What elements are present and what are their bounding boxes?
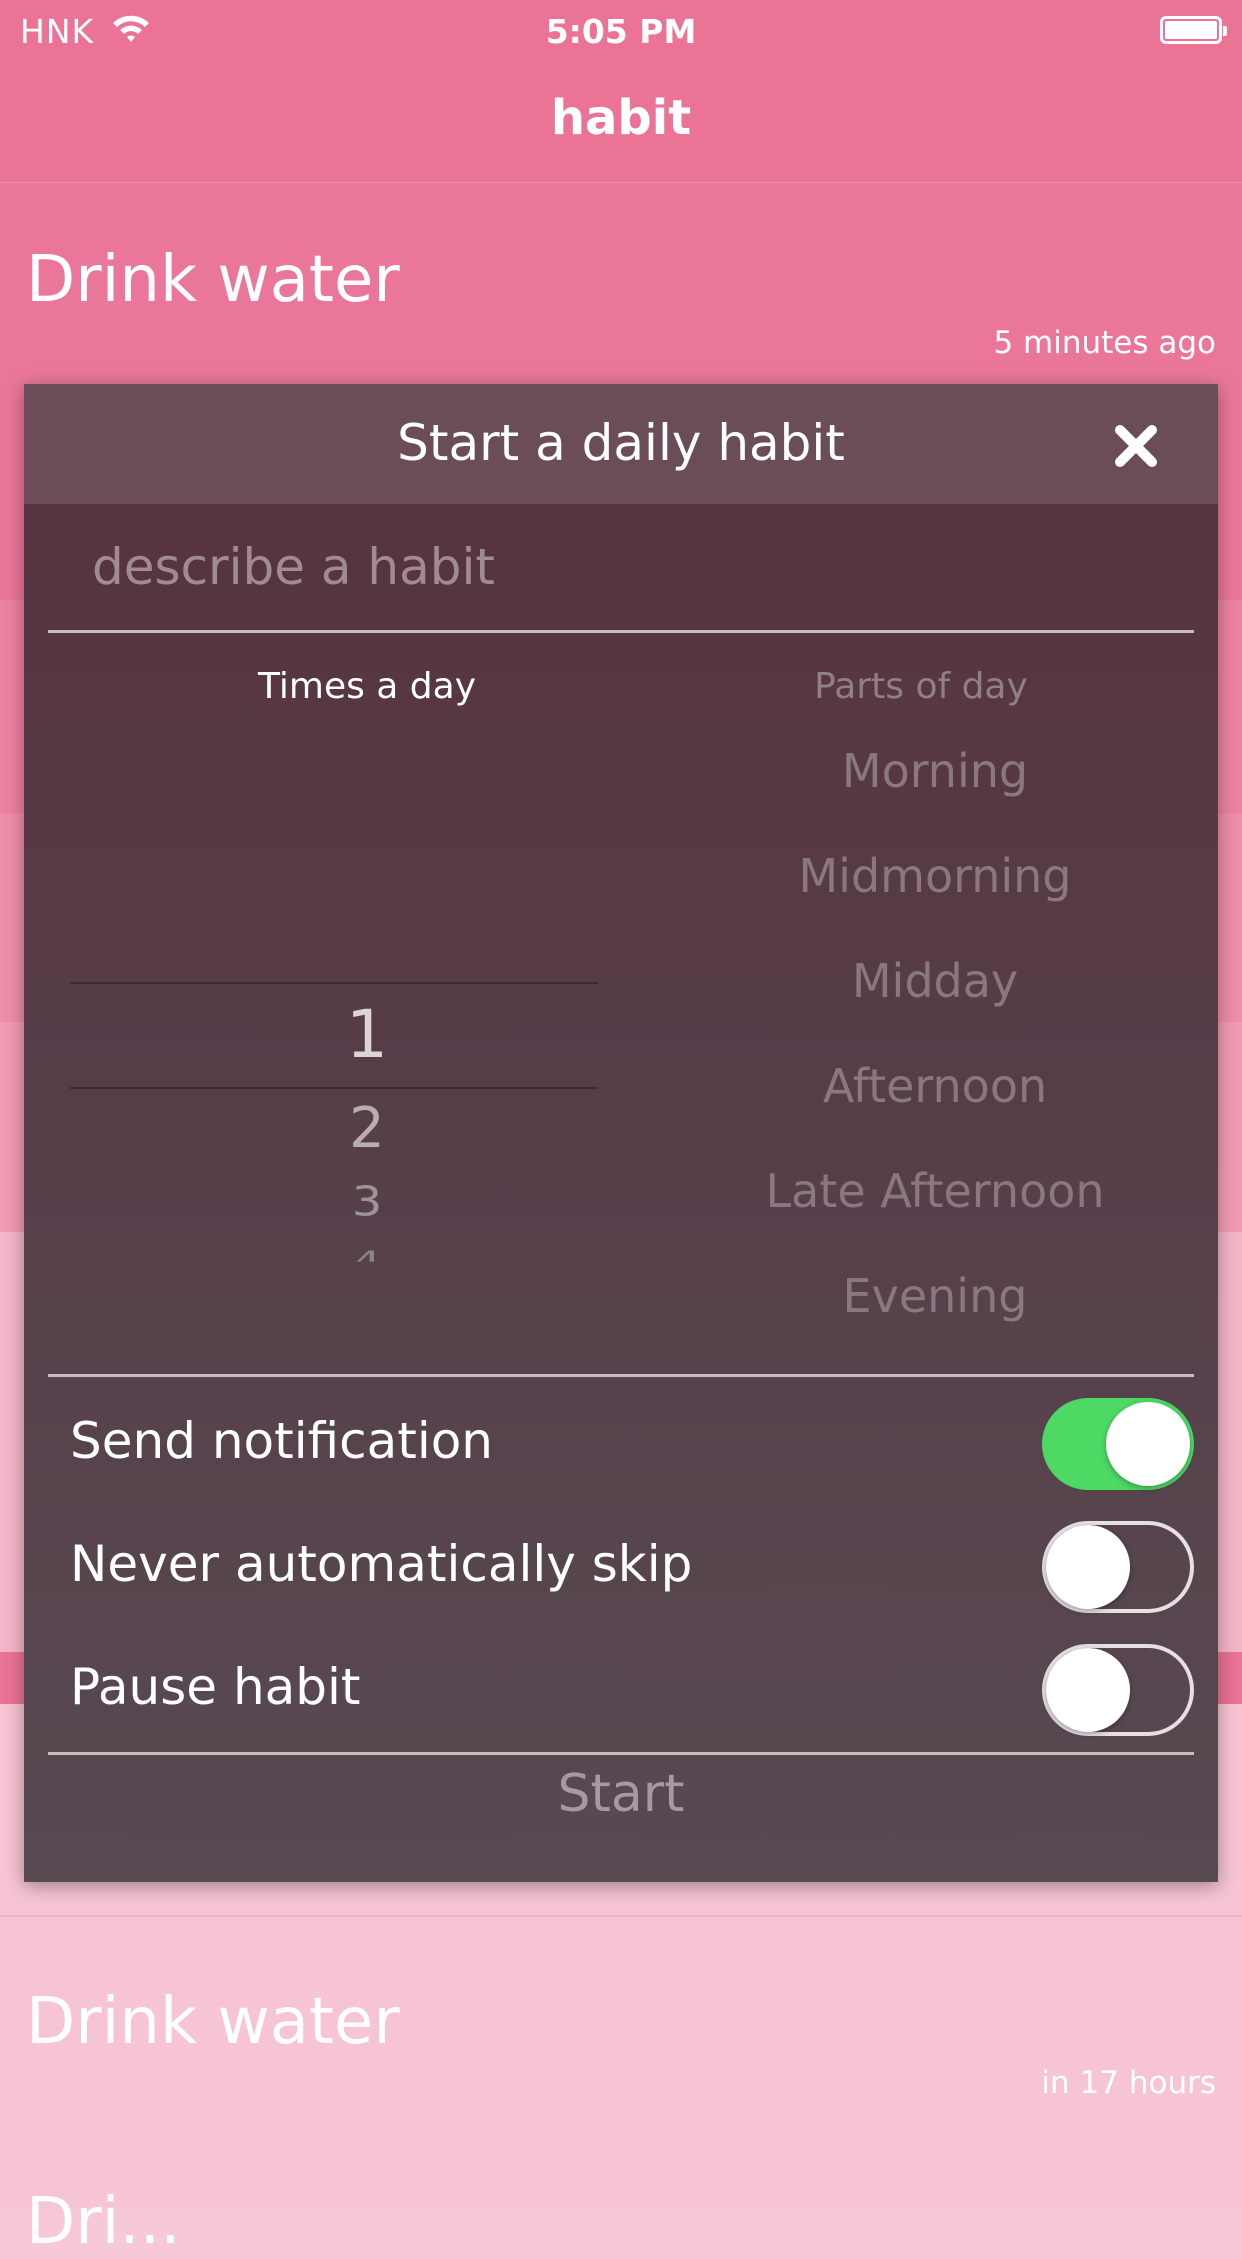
habit-description-input[interactable] [70,524,1170,610]
picker-option[interactable]: 3 [70,1178,664,1226]
habit-title: Dri... [26,2185,181,2259]
modal-header: Start a daily habit [24,384,1218,504]
times-a-day-label: Times a day [257,666,477,707]
habit-title: Drink water [26,1985,400,2059]
divider [48,1374,1194,1377]
part-of-day-option[interactable]: Late Afternoon [698,1164,1172,1218]
parts-of-day-label: Parts of day [814,666,1028,707]
part-of-day-option[interactable]: Morning [698,744,1172,798]
habit-time: 5 minutes ago [993,325,1216,361]
picker-selection-top [70,982,598,984]
picker-option[interactable]: 4 [70,1246,664,1262]
pause-habit-toggle[interactable] [1042,1644,1194,1736]
part-of-day-option[interactable]: Midmorning [698,849,1172,903]
option-label: Pause habit [70,1658,361,1716]
send-notification-toggle[interactable] [1042,1398,1194,1490]
toggle-knob [1046,1525,1130,1609]
habit-title: Drink water [26,243,400,317]
habit-row[interactable]: Drink water in 17 hours [0,1915,1242,2129]
option-label: Never automatically skip [70,1535,693,1593]
clock: 5:05 PM [545,12,697,51]
page-title: habit [550,90,692,146]
divider [48,1752,1194,1755]
habit-row[interactable]: Drink water 5 minutes ago [0,183,1242,388]
picker-selection-bottom [70,1087,598,1089]
habit-time: in 17 hours [1041,2065,1216,2101]
toggle-knob [1046,1648,1130,1732]
option-never-skip: Never automatically skip [70,1511,1194,1621]
nav-bar: habit [0,60,1242,183]
picker-option-selected[interactable]: 1 [70,996,664,1073]
option-label: Send notification [70,1412,493,1470]
habit-row[interactable]: Dri... [0,2127,1242,2259]
option-send-notification: Send notification [70,1388,1194,1498]
status-bar: HNK 5:05 PM [0,0,1242,60]
new-habit-modal: Start a daily habit Times a day Parts of… [24,384,1218,1882]
part-of-day-option[interactable]: Afternoon [698,1059,1172,1113]
picker-option[interactable]: 2 [70,1096,664,1161]
part-of-day-option[interactable]: Midday [698,954,1172,1008]
modal-title: Start a daily habit [397,414,845,472]
never-skip-toggle[interactable] [1042,1521,1194,1613]
divider [48,630,1194,633]
start-button[interactable]: Start [24,1764,1218,1864]
battery-icon [1160,16,1227,44]
toggle-knob [1106,1402,1190,1486]
close-icon[interactable] [1112,422,1160,470]
option-pause-habit: Pause habit [70,1634,1194,1744]
part-of-day-option[interactable]: Evening [698,1269,1172,1323]
